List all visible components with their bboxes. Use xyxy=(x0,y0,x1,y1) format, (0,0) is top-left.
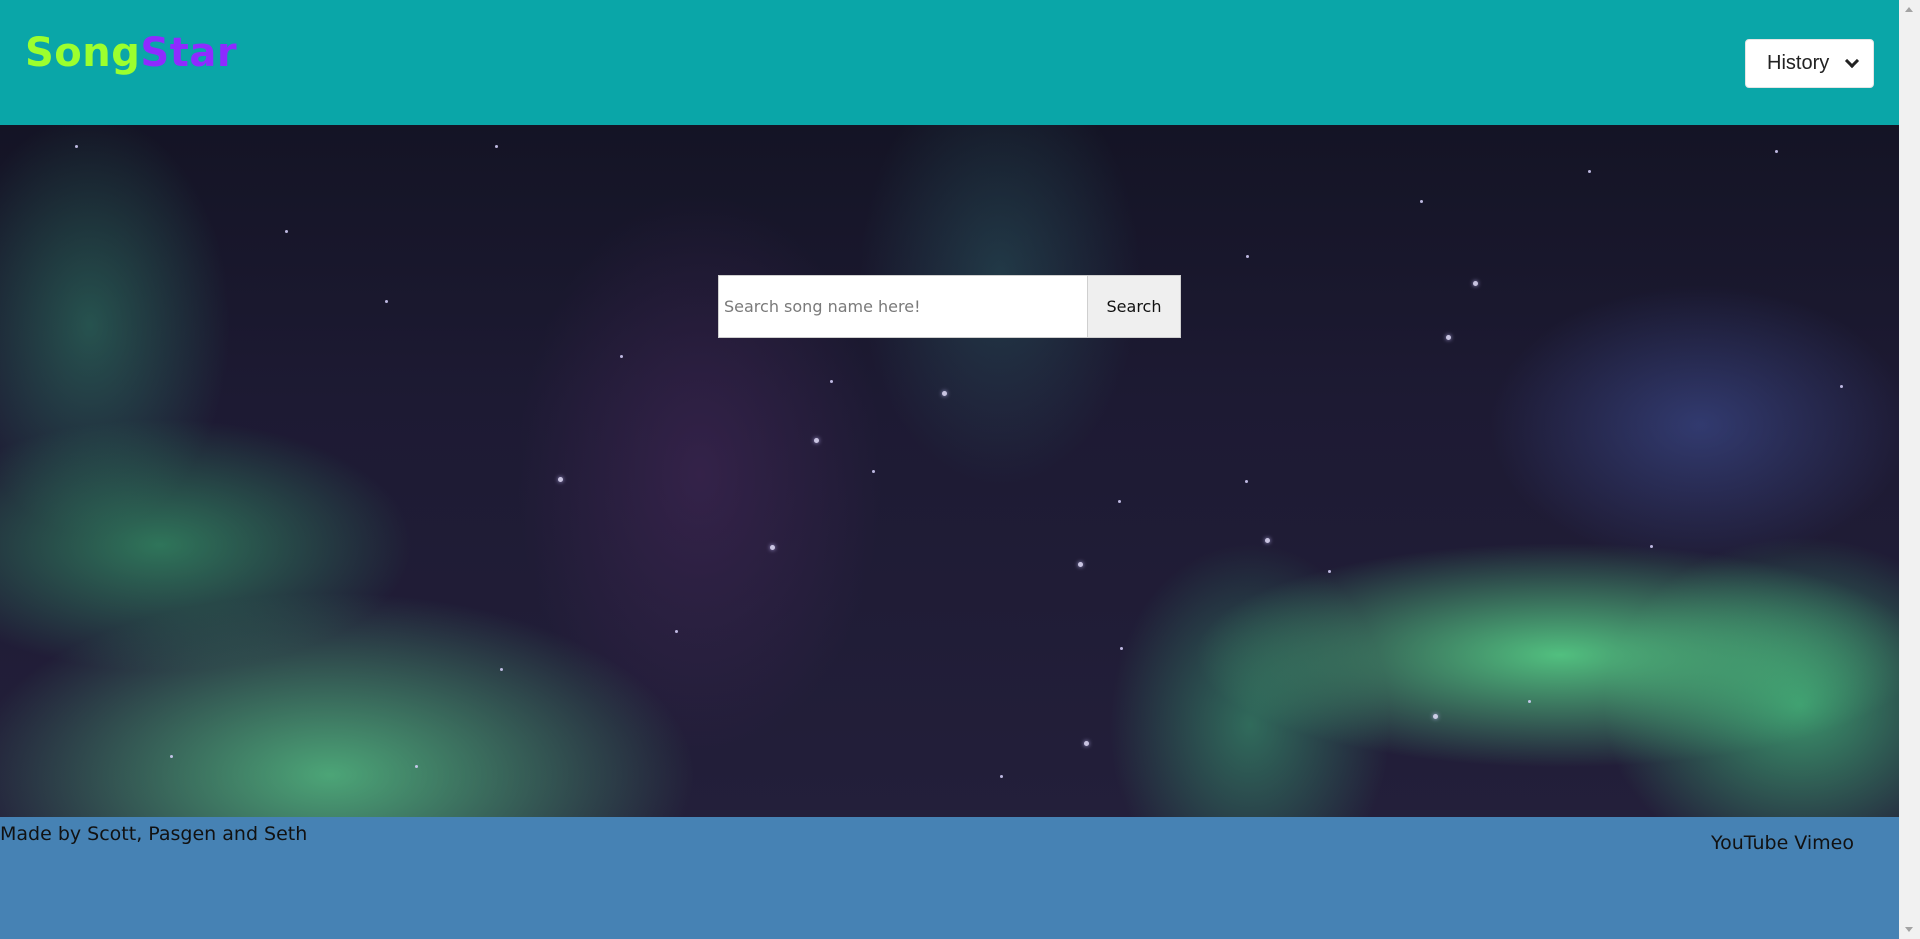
star-decoration xyxy=(830,380,833,383)
star-decoration xyxy=(415,765,418,768)
star-decoration xyxy=(1775,150,1778,153)
star-decoration xyxy=(495,145,498,148)
footer-links: YouTube Vimeo xyxy=(1711,832,1854,854)
star-decoration xyxy=(1433,714,1438,719)
star-decoration xyxy=(1840,385,1843,388)
star-decoration xyxy=(1120,647,1123,650)
star-decoration xyxy=(1528,700,1531,703)
chevron-down-icon xyxy=(1845,53,1860,68)
vimeo-link[interactable]: Vimeo xyxy=(1794,832,1854,854)
history-dropdown-button[interactable]: History xyxy=(1745,39,1874,88)
star-decoration xyxy=(1078,562,1083,567)
top-header: SongStar History xyxy=(0,0,1899,125)
scroll-down-icon[interactable] xyxy=(1905,927,1913,932)
star-decoration xyxy=(1245,480,1248,483)
brand-logo[interactable]: SongStar xyxy=(25,30,237,76)
search-bar: Search xyxy=(718,275,1181,338)
vertical-scrollbar[interactable] xyxy=(1899,0,1920,939)
page: SongStar History Search song name here! … xyxy=(0,0,1899,939)
star-decoration xyxy=(872,470,875,473)
history-label: History xyxy=(1767,52,1830,74)
star-decoration xyxy=(1650,545,1653,548)
star-decoration xyxy=(770,545,775,550)
star-decoration xyxy=(1588,170,1591,173)
brand-star: Star xyxy=(140,30,238,76)
star-decoration xyxy=(1084,741,1089,746)
footer: Made by Scott, Pasgen and Seth YouTube V… xyxy=(0,817,1899,939)
star-decoration xyxy=(1446,335,1451,340)
star-decoration xyxy=(1420,200,1423,203)
star-decoration xyxy=(385,300,388,303)
star-decoration xyxy=(1118,500,1121,503)
scroll-up-icon[interactable] xyxy=(1905,7,1913,12)
star-decoration xyxy=(1000,775,1003,778)
youtube-link[interactable]: YouTube xyxy=(1711,832,1788,854)
star-decoration xyxy=(1328,570,1331,573)
star-decoration xyxy=(942,391,947,396)
star-decoration xyxy=(675,630,678,633)
aurora-background: Search xyxy=(0,125,1899,817)
footer-credits: Made by Scott, Pasgen and Seth xyxy=(0,823,308,845)
search-input[interactable] xyxy=(718,275,1088,338)
star-decoration xyxy=(620,355,623,358)
star-decoration xyxy=(500,668,503,671)
star-decoration xyxy=(1265,538,1270,543)
star-decoration xyxy=(75,145,78,148)
star-decoration xyxy=(814,438,819,443)
star-decoration xyxy=(170,755,173,758)
brand-song: Song xyxy=(25,30,141,76)
star-decoration xyxy=(1246,255,1249,258)
search-button[interactable]: Search xyxy=(1088,275,1181,338)
star-decoration xyxy=(558,477,563,482)
star-decoration xyxy=(285,230,288,233)
star-decoration xyxy=(1473,281,1478,286)
